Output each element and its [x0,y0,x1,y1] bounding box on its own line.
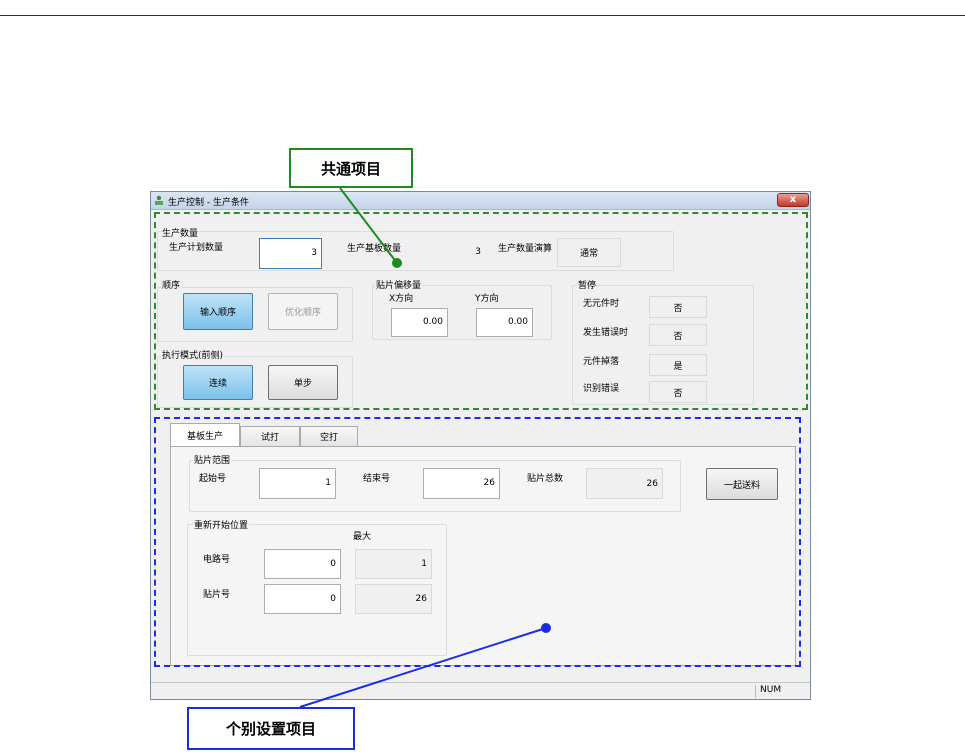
individual-items-callout: 个别设置项目 [187,707,355,750]
individual-connector-dot [541,623,551,633]
individual-connector-line [299,627,547,708]
common-connector-line [339,187,398,264]
common-items-callout: 共通项目 [289,148,413,188]
common-connector-dot [392,258,402,268]
callout-connectors [299,187,551,708]
